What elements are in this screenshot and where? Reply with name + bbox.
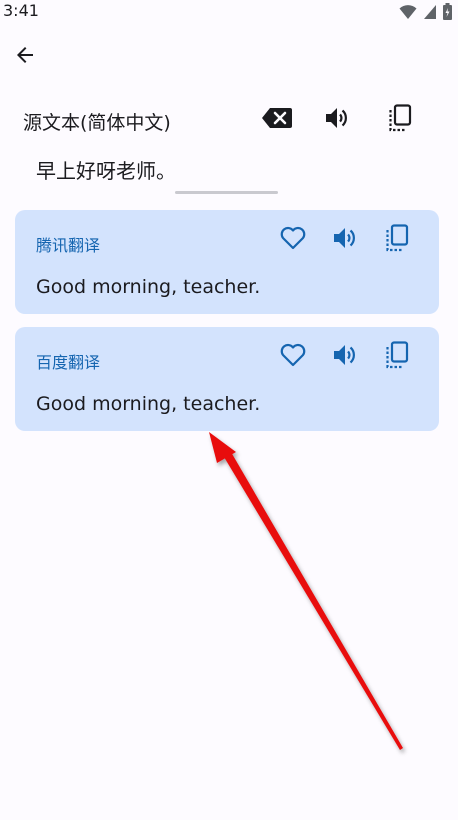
heart-icon [280,226,306,254]
copy-icon [385,224,409,256]
source-speak-button[interactable] [318,100,358,140]
translation-card: 百度翻译 Good morning, teacher. [15,327,439,431]
copy-icon [388,104,412,136]
favorite-button[interactable] [275,222,311,258]
signal-icon [423,4,437,24]
speaker-icon [333,226,359,254]
copy-button[interactable] [379,339,415,375]
translation-text[interactable]: Good morning, teacher. [36,393,260,415]
backspace-icon [261,106,293,134]
source-copy-button[interactable] [380,100,420,140]
provider-name: 百度翻译 [36,353,101,372]
heart-icon [280,343,306,371]
status-icons [399,3,452,24]
favorite-button[interactable] [275,339,311,375]
speak-button[interactable] [328,222,364,258]
back-button[interactable] [8,40,42,74]
speaker-icon [325,106,351,134]
status-bar: 3:41 [0,0,458,24]
copy-icon [385,341,409,373]
clear-button[interactable] [257,100,297,140]
battery-icon [443,3,452,24]
status-time: 3:41 [3,1,39,20]
source-text[interactable]: 早上好呀老师。 [36,155,176,184]
translation-card: 腾讯翻译 Good morning, teacher. [15,210,439,314]
source-language-label: 源文本(简体中文) [23,112,171,134]
translation-text[interactable]: Good morning, teacher. [36,276,260,298]
speak-button[interactable] [328,339,364,375]
screen: 3:41 源文本(简体中文) 早上好呀老师。 腾讯翻译 Good morning… [0,0,458,820]
wifi-icon [399,4,417,24]
provider-name: 腾讯翻译 [36,236,101,255]
arrow-back-icon [13,43,37,71]
drag-handle[interactable] [175,191,278,194]
copy-button[interactable] [379,222,415,258]
speaker-icon [333,343,359,371]
